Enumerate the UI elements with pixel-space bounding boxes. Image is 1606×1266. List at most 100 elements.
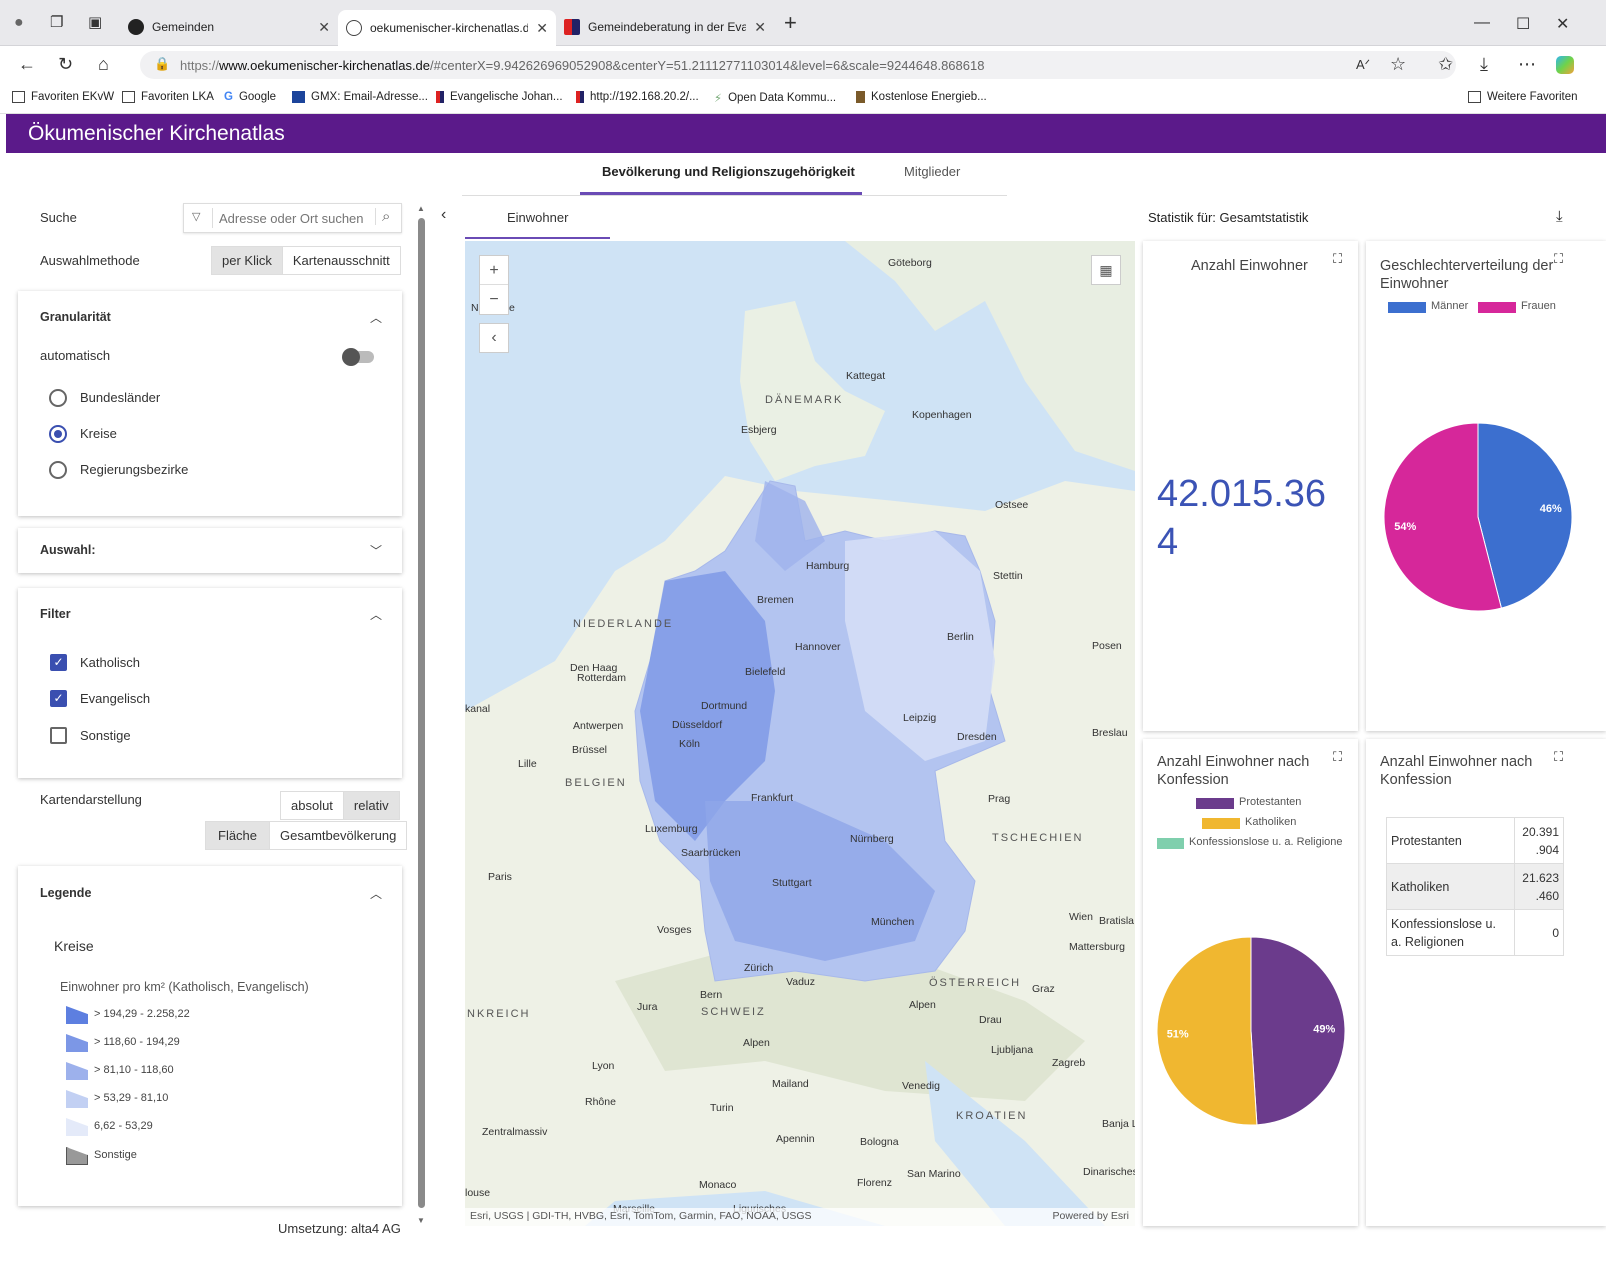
scroll-up-icon[interactable]: ▲ <box>417 204 425 213</box>
left-scrollbar[interactable]: ▲ ▼ <box>417 204 426 1226</box>
profile-icon[interactable]: ● <box>14 14 24 32</box>
bookmark-1[interactable]: Favoriten EKvW <box>12 91 114 103</box>
url-host: www.oekumenischer-kirchenatlas.de <box>219 57 431 73</box>
chevron-up-icon[interactable]: ︿ <box>370 606 382 623</box>
page-info-icon[interactable]: 🔒 <box>154 56 170 72</box>
map-country-label: TSCHECHIEN <box>992 832 1084 844</box>
checkbox-katholisch[interactable]: ✓ <box>50 654 67 671</box>
close-tab-icon[interactable]: ✕ <box>318 19 330 36</box>
stat-for-label: Statistik für: Gesamtstatistik <box>1148 210 1309 225</box>
expand-icon[interactable]: ⛶ <box>1554 251 1563 267</box>
search-input[interactable] <box>212 208 372 228</box>
bookmark-2[interactable]: Favoriten LKA <box>122 91 214 103</box>
search-dropdown-icon[interactable]: ▽ <box>192 210 200 223</box>
map-country-label: SCHWEIZ <box>701 1006 766 1018</box>
downloads-icon[interactable]: ⤓ <box>1480 54 1488 75</box>
favorites-icon[interactable]: ✩ <box>1438 54 1453 75</box>
checkbox-evangelisch[interactable]: ✓ <box>50 690 67 707</box>
download-icon[interactable]: ⤓ <box>1556 208 1563 225</box>
back-extent-button[interactable]: ‹ <box>479 323 509 353</box>
tab-actions-icon[interactable]: ▣ <box>88 13 102 31</box>
zoom-in-button[interactable]: + <box>480 256 508 285</box>
radio-kreise[interactable] <box>49 425 67 443</box>
maximize-icon[interactable]: ☐ <box>1516 14 1530 34</box>
method-map-extent-button[interactable]: Kartenausschnitt <box>281 247 400 274</box>
scroll-thumb[interactable] <box>418 218 425 1208</box>
expand-icon[interactable]: ⛶ <box>1333 251 1342 267</box>
legend-swatch-women <box>1478 302 1516 313</box>
card-konfession-table: Anzahl Einwohner nach Konfession ⛶ Prote… <box>1366 739 1606 1226</box>
legend-card: Legende ︿ Kreise Einwohner pro km² (Kath… <box>18 866 402 1206</box>
gender-title-line2: Einwohner <box>1380 276 1449 292</box>
bookmark-8[interactable]: Kostenlose Energieb... <box>856 91 987 103</box>
new-tab-icon[interactable]: + <box>784 10 797 36</box>
map-place-label: Zürich <box>744 962 774 974</box>
pie-label-katholiken: 51% <box>1167 1028 1189 1040</box>
bookmark-3[interactable]: G Google <box>224 91 276 103</box>
zoom-out-button[interactable]: − <box>480 285 508 314</box>
sub-tab-einwohner[interactable]: Einwohner <box>507 210 568 225</box>
browser-tab-2[interactable]: oekumenischer-kirchenatlas.de/# ✕ <box>338 10 556 46</box>
powered-by-esri[interactable]: Powered by Esri <box>1053 1210 1129 1222</box>
basemap-gallery-button[interactable]: ▦ <box>1091 255 1121 285</box>
back-icon[interactable]: ← <box>18 54 36 75</box>
bookmark-5[interactable]: Evangelische Johan... <box>436 91 563 103</box>
option-regierungsbezirke: Regierungsbezirke <box>80 462 189 477</box>
tab-bevoelkerung[interactable]: Bevölkerung und Religionszugehörigkeit <box>602 164 855 179</box>
minimize-icon[interactable]: — <box>1474 14 1490 32</box>
close-tab-icon[interactable]: ✕ <box>536 20 548 37</box>
map-place-label: Rhône <box>585 1096 616 1108</box>
mode-absolut-button[interactable]: absolut <box>281 792 343 819</box>
mode-relativ-button[interactable]: relativ <box>342 792 399 819</box>
bookmark-7[interactable]: ⚡ Open Data Kommu... <box>714 91 836 105</box>
chevron-down-icon[interactable]: ﹀ <box>370 542 382 559</box>
radio-bundeslaender[interactable] <box>49 389 67 407</box>
url-field[interactable]: 🔒 https:// www.oekumenischer-kirchenatla… <box>140 51 1456 79</box>
expand-icon[interactable]: ⛶ <box>1333 749 1342 765</box>
close-tab-icon[interactable]: ✕ <box>754 19 766 36</box>
workspaces-icon[interactable]: ❐ <box>50 13 63 31</box>
map-place-label: Graz <box>1032 983 1055 995</box>
search-icon[interactable]: ⌕ <box>375 208 390 225</box>
einwohner-value-line1: 42.015.36 <box>1157 473 1327 515</box>
collapse-panel-icon[interactable]: ‹ <box>441 206 446 224</box>
method-per-click-button[interactable]: per Klick <box>212 247 282 274</box>
bookmark-label: http://192.168.20.2/... <box>590 91 699 103</box>
browser-tab-3[interactable]: Gemeindeberatung in der Evange ✕ <box>556 12 774 42</box>
checkbox-sonstige[interactable] <box>50 727 67 744</box>
other-favorites[interactable]: Weitere Favoriten <box>1468 91 1578 103</box>
map-place-label: Bratisla <box>1099 915 1135 927</box>
favorite-star-icon[interactable]: ☆ <box>1390 54 1406 75</box>
legend-title: Legende <box>40 886 92 900</box>
base-gesamtbevoelkerung-button[interactable]: Gesamtbevölkerung <box>269 822 406 849</box>
map-view[interactable]: DÄNEMARK NIEDERLANDE BELGIEN TSCHECHIEN ÖSTE… <box>465 241 1135 1226</box>
selection-title: Auswahl: <box>40 543 96 557</box>
copilot-icon[interactable] <box>1556 56 1574 74</box>
reload-icon[interactable]: ↻ <box>58 54 73 75</box>
home-icon[interactable]: ⌂ <box>98 54 109 75</box>
auto-toggle[interactable] <box>342 348 374 366</box>
browser-tab-1[interactable]: Gemeinden ✕ <box>120 12 338 42</box>
bookmark-6[interactable]: http://192.168.20.2/... <box>576 91 699 103</box>
read-aloud-icon[interactable]: Aᐟ <box>1356 57 1370 73</box>
scroll-down-icon[interactable]: ▼ <box>417 1216 425 1225</box>
map-country-label: NIEDERLANDE <box>573 618 674 630</box>
chevron-up-icon[interactable]: ︿ <box>370 885 382 902</box>
bookmark-4[interactable]: GMX: Email-Adresse... <box>292 91 428 103</box>
base-flaeche-button[interactable]: Fläche <box>206 822 270 849</box>
map-place-label: Zentralmassiv <box>482 1126 548 1138</box>
close-window-icon[interactable]: ✕ <box>1556 14 1569 34</box>
tab-mitglieder[interactable]: Mitglieder <box>904 164 960 179</box>
bookmark-label: Evangelische Johan... <box>450 91 563 103</box>
search-box: ▽ ⌕ <box>183 203 402 233</box>
map-place-label: Saarbrücken <box>681 847 741 859</box>
table-row: Konfessionslose u. a. Religionen 0 <box>1386 909 1564 956</box>
map-place-label: N <box>471 302 479 314</box>
google-icon: G <box>224 91 233 103</box>
more-icon[interactable]: ⋯ <box>1518 54 1536 75</box>
chevron-up-icon[interactable]: ︿ <box>370 309 382 326</box>
map-place-label: Bern <box>700 989 723 1001</box>
radio-regierungsbezirke[interactable] <box>49 461 67 479</box>
expand-icon[interactable]: ⛶ <box>1554 749 1563 765</box>
selection-card[interactable]: Auswahl: ﹀ <box>18 528 402 573</box>
